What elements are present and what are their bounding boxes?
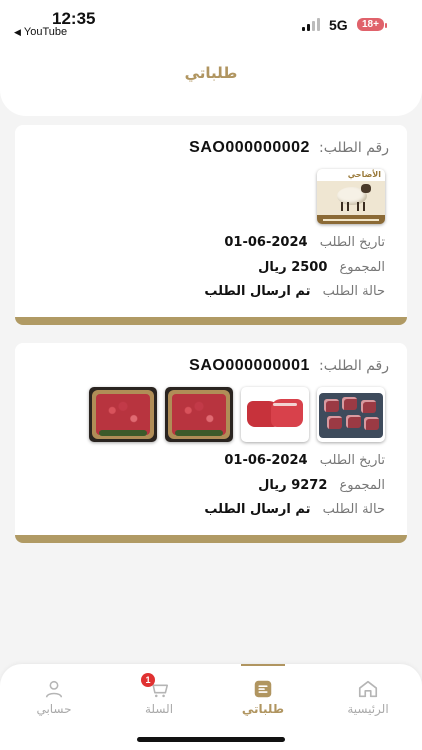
order-total: 9272 ريال (258, 478, 328, 493)
order-number-row: رقم الطلب: SAO000000002 (189, 137, 389, 157)
order-date: 2024-06-01 (224, 453, 308, 468)
order-status-label: حالة الطلب (322, 284, 385, 299)
order-card[interactable]: رقم الطلب: SAO000000001 تاريخ الطلب 2024… (15, 343, 407, 543)
sheep-leg (341, 202, 343, 211)
meat-cube (324, 399, 339, 412)
order-date-label: تاريخ الطلب (319, 453, 385, 468)
battery-badge: 18+ (357, 18, 384, 31)
minced-meat-image[interactable] (165, 387, 233, 442)
order-status-label: حالة الطلب (322, 502, 385, 517)
tab-orders-label: طلباتي (241, 702, 285, 716)
tab-home-label: الرئيسية (347, 702, 389, 716)
page-title: طلباتي (184, 64, 238, 82)
back-arrow-icon: ◀ (14, 27, 21, 37)
order-number-row: رقم الطلب: SAO000000001 (189, 355, 389, 375)
herb-garnish (175, 430, 223, 436)
order-total: 2500 ريال (258, 260, 328, 275)
order-date-row: تاريخ الطلب 2024-06-01 (224, 235, 385, 250)
status-bar: 12:35 ◀ YouTube 5G 18+ (0, 0, 422, 44)
meat-cube (327, 416, 342, 429)
order-total-row: المجموع 9272 ريال (258, 478, 385, 493)
order-date: 2024-06-01 (224, 235, 308, 250)
card-bottom-bar (15, 317, 407, 325)
order-thumbnails (89, 387, 385, 442)
tab-cart-label: السلة (144, 702, 174, 716)
sheep-leg (347, 202, 349, 211)
image-footer-text-line (323, 219, 379, 221)
herb-garnish (99, 430, 147, 436)
order-total-row: المجموع 2500 ريال (258, 260, 385, 275)
steak-fat (273, 403, 297, 406)
active-tab-indicator (241, 664, 285, 666)
order-number: SAO000000002 (189, 139, 310, 156)
back-app-label: YouTube (23, 26, 68, 38)
tab-orders[interactable]: طلباتي (211, 664, 315, 724)
sheep-leg (357, 202, 359, 211)
steak-image[interactable] (241, 387, 309, 442)
orders-icon (254, 680, 272, 698)
order-total-label: المجموع (339, 260, 385, 275)
back-to-app-link[interactable]: ◀ YouTube (14, 26, 67, 38)
order-status-row: حالة الطلب تم ارسال الطلب (204, 502, 385, 517)
minced-meat-image[interactable] (89, 387, 157, 442)
meat-cube (364, 417, 379, 430)
user-icon (45, 680, 63, 698)
tab-account-label: حسابي (36, 702, 72, 716)
order-number-label: رقم الطلب: (319, 358, 389, 374)
cart-count-badge: 1 (141, 673, 155, 687)
tab-home[interactable]: الرئيسية (316, 664, 420, 724)
home-icon (358, 680, 378, 698)
meat-cube (361, 400, 376, 413)
order-number: SAO000000001 (189, 357, 310, 374)
sheep-product-image[interactable]: الأضاحي (317, 169, 385, 224)
order-thumbnails: الأضاحي (317, 169, 385, 224)
meat-cube (342, 397, 357, 410)
meat-cubes-image[interactable] (317, 387, 385, 442)
battery-tip-icon (385, 23, 387, 28)
home-indicator (137, 737, 285, 742)
card-bottom-bar (15, 535, 407, 543)
sheep-head (361, 184, 371, 193)
order-number-label: رقم الطلب: (319, 140, 389, 156)
sheep-leg (363, 202, 365, 211)
tab-account[interactable]: حسابي (2, 664, 106, 724)
meat-cube (346, 415, 361, 428)
order-date-label: تاريخ الطلب (319, 235, 385, 250)
order-date-row: تاريخ الطلب 2024-06-01 (224, 453, 385, 468)
order-status: تم ارسال الطلب (204, 502, 311, 517)
order-status: تم ارسال الطلب (204, 284, 311, 299)
image-banner-text: الأضاحي (347, 170, 381, 179)
tab-cart[interactable]: 1 السلة (107, 664, 211, 724)
order-status-row: حالة الطلب تم ارسال الطلب (204, 284, 385, 299)
order-card[interactable]: رقم الطلب: SAO000000002 الأضاحي تاريخ ال… (15, 125, 407, 325)
network-label: 5G (329, 17, 348, 33)
signal-icon (302, 17, 322, 31)
minced-meat (172, 394, 226, 435)
minced-meat (96, 394, 150, 435)
order-total-label: المجموع (339, 478, 385, 493)
